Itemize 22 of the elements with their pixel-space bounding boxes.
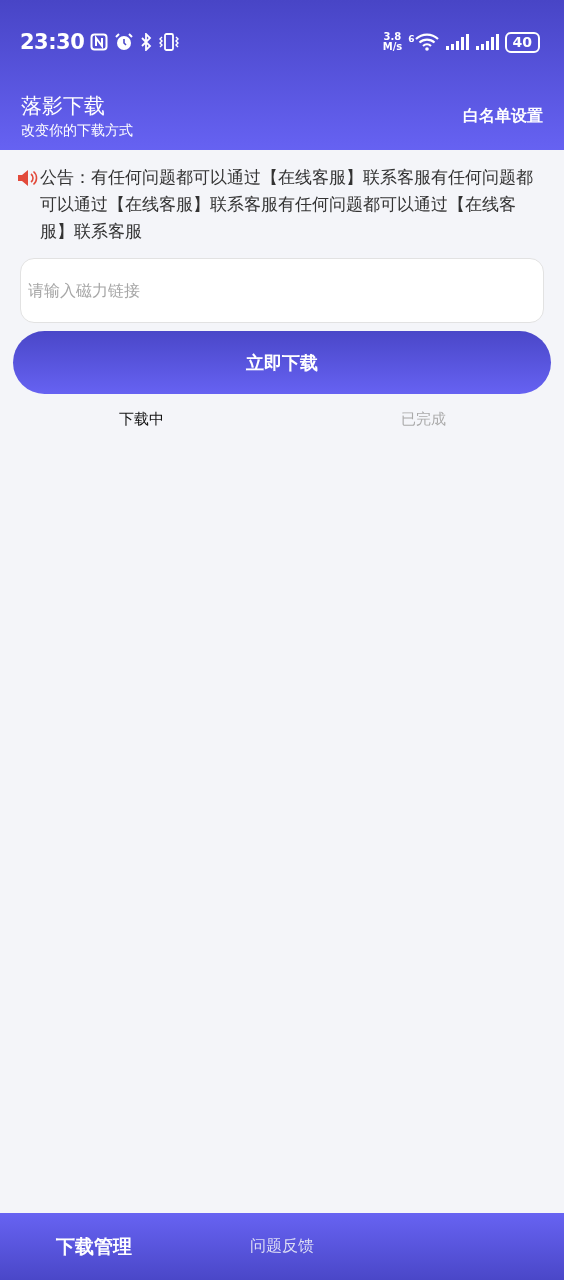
- wifi-icon: [414, 33, 439, 51]
- wifi-generation-label: 6: [408, 33, 415, 44]
- bluetooth-icon: [140, 33, 153, 51]
- speaker-icon: [16, 168, 38, 188]
- download-now-button[interactable]: 立即下载: [13, 331, 551, 394]
- alarm-icon: [114, 32, 135, 52]
- whitelist-settings-link[interactable]: 白名单设置: [463, 105, 543, 127]
- battery-indicator: 40: [504, 31, 540, 53]
- announcement-text: 公告：有任何问题都可以通过【在线客服】联系客服有任何问题都可以通过【在线客服】联系客服有任何问题都可以通过【在线客服】联系客服: [40, 166, 534, 243]
- nav-item[interactable]: 问题反馈: [188, 1230, 376, 1263]
- signal-icon: [474, 33, 499, 51]
- tab[interactable]: 下载中: [0, 406, 282, 433]
- speed-value: 3.8: [383, 32, 402, 42]
- app-subtitle: 改变你的下载方式: [21, 122, 133, 140]
- magnet-link-field[interactable]: 请输入磁力链接: [20, 258, 544, 323]
- app-title: 落影下载: [21, 93, 106, 120]
- signal-icon: [444, 33, 469, 51]
- nfc-icon: [90, 33, 109, 51]
- speed-unit: M/s: [382, 42, 403, 52]
- vibrate-icon: [158, 33, 181, 51]
- status-time: 23:30: [20, 30, 85, 54]
- nav-item[interactable]: 下载管理: [0, 1227, 188, 1266]
